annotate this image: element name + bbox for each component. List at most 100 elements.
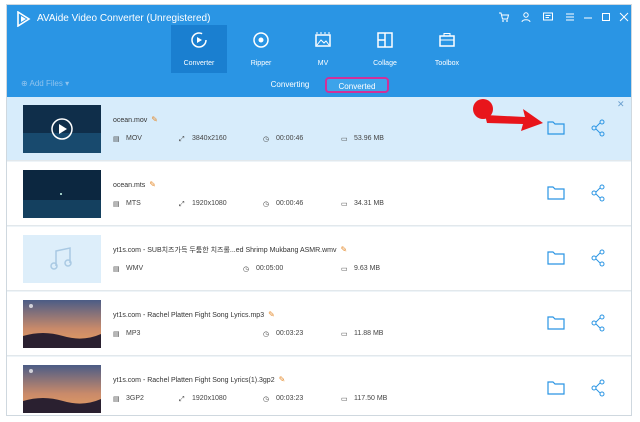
add-files-button[interactable]: ⊕ Add Files ▾ (21, 79, 69, 88)
edit-icon[interactable]: ✎ (341, 245, 348, 254)
file-row[interactable]: yt1s.com - Rachel Platten Fight Song Lyr… (7, 357, 631, 415)
edit-icon[interactable]: ✎ (151, 115, 158, 124)
format: ▤ 3GP2 (113, 395, 144, 403)
tab-converted[interactable]: Converted (325, 77, 389, 93)
collage-icon (377, 32, 393, 48)
clock-icon: ◷ (243, 266, 250, 273)
toolbox-icon (439, 33, 455, 47)
nav-toolbox-label: Toolbox (434, 60, 460, 67)
add-files-label: Add Files (29, 79, 63, 88)
file-name: ocean.mts ✎ (113, 180, 156, 189)
toolbar: ⊕ Add Files ▾ Converting Converted (7, 73, 631, 97)
film-icon: ▤ (113, 201, 120, 208)
file-row[interactable]: yt1s.com - Rachel Platten Fight Song Lyr… (7, 292, 631, 356)
cart-icon[interactable] (497, 11, 511, 25)
file-list: ocean.mov ✎ ▤ MOV ⤢ 3840x2160 ◷ 00:00:46 ▭ 53… (7, 97, 631, 415)
edit-icon[interactable]: ✎ (149, 180, 156, 189)
file-size-icon: ▭ (341, 201, 348, 208)
ripper-icon (253, 32, 269, 48)
video-thumbnail (23, 300, 101, 348)
feedback-icon[interactable] (541, 11, 555, 25)
file-size: ▭ 34.31 MB (341, 200, 384, 208)
file-size-icon: ▭ (341, 266, 348, 273)
red-arrow-annotation (473, 99, 543, 131)
resolution: ⤢ 1920x1080 (179, 200, 227, 208)
nav-collage-label: Collage (373, 60, 397, 67)
video-thumbnail (23, 170, 101, 218)
format: ▤ MTS (113, 200, 141, 208)
folder-icon[interactable] (547, 314, 565, 330)
minimize-icon[interactable] (581, 11, 595, 25)
maximize-icon[interactable] (599, 11, 613, 25)
nav-ripper-label: Ripper (250, 60, 272, 67)
edit-icon[interactable]: ✎ (268, 310, 275, 319)
chevron-down-icon: ▾ (65, 79, 70, 88)
clock-icon: ◷ (263, 396, 270, 403)
clock-icon: ◷ (263, 136, 270, 143)
clock-icon: ◷ (263, 331, 270, 338)
film-icon: ▤ (113, 136, 120, 143)
resolution: ⤢ 3840x2160 (179, 135, 227, 143)
duration: ◷ 00:03:23 (263, 395, 304, 403)
video-thumbnail (23, 365, 101, 413)
app-title: AVAide Video Converter (Unregistered) (37, 13, 211, 24)
duration: ◷ 00:00:46 (263, 200, 304, 208)
file-size-icon: ▭ (341, 396, 348, 403)
duration: ◷ 00:03:23 (263, 330, 304, 338)
nav-toolbox[interactable]: Toolbox (419, 25, 475, 73)
resolution-icon: ⤢ (179, 201, 185, 208)
folder-icon[interactable] (547, 379, 565, 395)
share-icon[interactable] (591, 184, 605, 202)
resolution-icon: ⤢ (179, 396, 185, 403)
app-window: AVAide Video Converter (Unregistered) Co… (6, 4, 632, 416)
audio-thumbnail (23, 235, 101, 283)
duration: ◷ 00:05:00 (243, 265, 284, 273)
film-icon: ▤ (113, 331, 120, 338)
file-row[interactable]: ocean.mts ✎ ▤ MTS ⤢ 1920x1080 ◷ 00:00:46 ▭ 34… (7, 162, 631, 226)
nav-ripper[interactable]: Ripper (233, 25, 289, 73)
folder-icon[interactable] (547, 119, 565, 135)
clock-icon: ◷ (263, 201, 270, 208)
file-size: ▭ 117.50 MB (341, 395, 388, 403)
tab-converting[interactable]: Converting (265, 77, 315, 93)
share-icon[interactable] (591, 314, 605, 332)
file-name: yt1s.com - SUB치즈가득 두툼한 치즈롤...ed Shrimp M… (113, 245, 348, 254)
file-name: yt1s.com - Rachel Platten Fight Song Lyr… (113, 375, 286, 384)
file-size: ▭ 53.96 MB (341, 135, 384, 143)
converter-icon (191, 32, 207, 48)
format: ▤ MOV (113, 135, 142, 143)
share-icon[interactable] (591, 119, 605, 137)
file-name: yt1s.com - Rachel Platten Fight Song Lyr… (113, 310, 275, 319)
file-size-icon: ▭ (341, 331, 348, 338)
folder-icon[interactable] (547, 249, 565, 265)
file-size: ▭ 9.63 MB (341, 265, 381, 273)
resolution-icon: ⤢ (179, 136, 185, 143)
file-name: ocean.mov ✎ (113, 115, 158, 124)
nav-mv-label: MV (317, 60, 329, 67)
mv-icon (315, 32, 331, 47)
format: ▤ MP3 (113, 330, 141, 338)
user-icon[interactable] (519, 11, 533, 25)
share-icon[interactable] (591, 249, 605, 267)
film-icon: ▤ (113, 396, 120, 403)
nav-converter[interactable]: Converter (171, 25, 227, 73)
nav-converter-label: Converter (183, 60, 215, 67)
format: ▤ WMV (113, 265, 144, 273)
file-size-icon: ▭ (341, 136, 348, 143)
nav-collage[interactable]: Collage (357, 25, 413, 73)
remove-icon[interactable]: ✕ (617, 99, 625, 110)
film-icon: ▤ (113, 266, 120, 273)
edit-icon[interactable]: ✎ (279, 375, 286, 384)
title-bar: AVAide Video Converter (Unregistered) Co… (7, 5, 631, 73)
close-icon[interactable] (617, 11, 631, 25)
nav-mv[interactable]: MV (295, 25, 351, 73)
add-icon: ⊕ (21, 79, 28, 88)
folder-icon[interactable] (547, 184, 565, 200)
menu-icon[interactable] (563, 11, 577, 25)
resolution: ⤢ 1920x1080 (179, 395, 227, 403)
app-logo-icon (17, 11, 31, 27)
video-thumbnail (23, 105, 101, 153)
music-note-icon (23, 235, 101, 283)
share-icon[interactable] (591, 379, 605, 397)
file-row[interactable]: yt1s.com - SUB치즈가득 두툼한 치즈롤...ed Shrimp M… (7, 227, 631, 291)
